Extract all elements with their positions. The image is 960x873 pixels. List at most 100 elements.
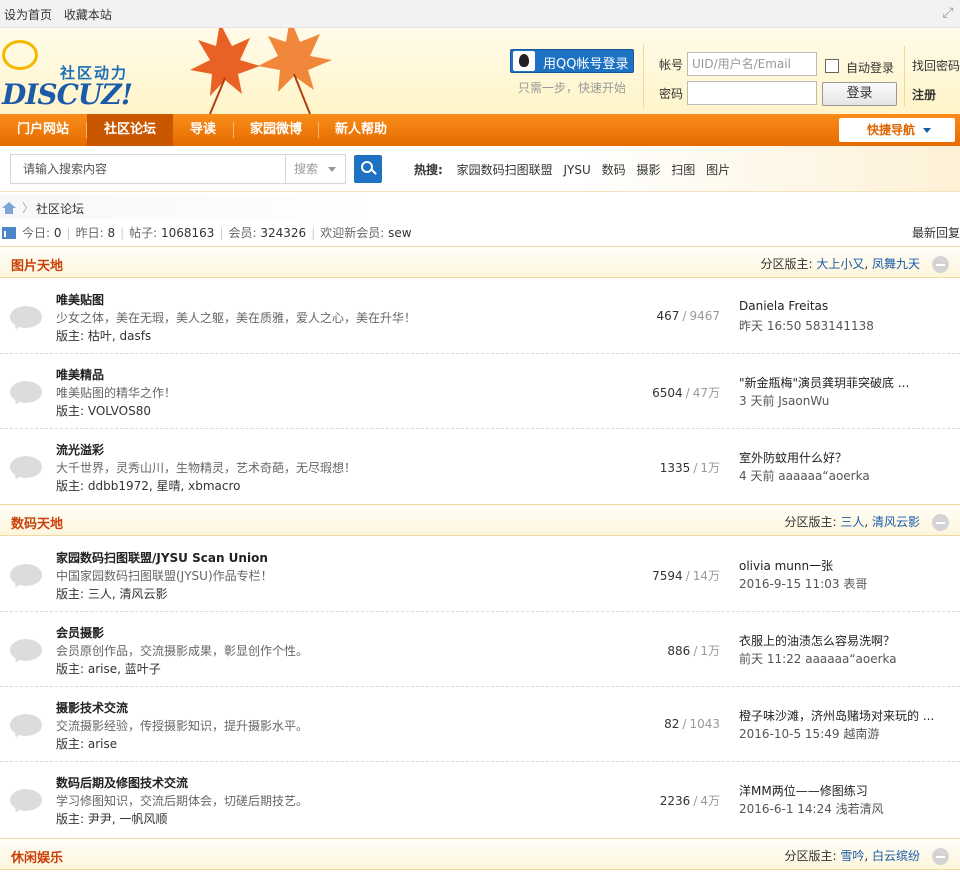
discuz-logo[interactable]: 社区动力 DISCUZ! — [2, 40, 133, 111]
breadcrumb-current[interactable]: 社区论坛 — [36, 200, 84, 217]
last-post-meta: 2016-10-5 15:49 越南游 — [739, 727, 880, 741]
last-post-title[interactable]: 室外防蚊用什么好？ — [739, 449, 949, 466]
forum-status-icon — [10, 456, 42, 478]
post-count: 4万 — [700, 794, 720, 808]
section-moderators: 分区版主: 雪吟, 白云缤纷 — [784, 849, 920, 863]
section-mod-link[interactable]: 凤舞九天 — [872, 257, 920, 271]
forum-counts: 1335/1万 — [659, 461, 720, 475]
post-count: 14万 — [692, 569, 720, 583]
qq-login-button[interactable]: 用QQ帐号登录 — [510, 49, 634, 73]
forgot-password-link[interactable]: 找回密码 — [912, 57, 960, 74]
set-home-link[interactable]: 设为首页 — [4, 8, 52, 22]
nav-weibo[interactable]: 家园微博 — [234, 114, 318, 146]
forum-section: 图片天地 分区版主: 大上小又, 凤舞九天 唯美贴图 少女之体，美在无瑕，美人之… — [0, 246, 960, 504]
qq-login-subtitle: 只需一步，快速开始 — [518, 81, 627, 95]
breadcrumb-separator: 〉 — [22, 201, 35, 215]
latest-reply-link[interactable]: 最新回复 — [912, 224, 960, 241]
search-input[interactable] — [10, 154, 286, 184]
section-moderators: 分区版主: 大上小又, 凤舞九天 — [760, 257, 920, 271]
register-link[interactable]: 注册 — [912, 86, 936, 103]
bookmark-link[interactable]: 收藏本站 — [64, 8, 112, 22]
forum-name[interactable]: 家园数码扫图联盟/JYSU Scan Union — [56, 549, 268, 566]
section-mod-link[interactable]: 大上小又 — [816, 257, 864, 271]
last-post-title[interactable]: 衣服上的油渍怎么容易洗啊？ — [739, 632, 949, 649]
thread-count: 2236 — [659, 794, 691, 808]
hot-keyword[interactable]: JYSU — [563, 163, 590, 177]
members-count: 324326 — [260, 226, 307, 240]
forum-name[interactable]: 会员摄影 — [56, 624, 104, 641]
section-mod-link[interactable]: 白云缤纷 — [872, 849, 920, 863]
nav-forum[interactable]: 社区论坛 — [87, 114, 173, 146]
home-icon[interactable] — [2, 202, 16, 214]
collapse-icon[interactable] — [932, 514, 949, 531]
hot-keyword[interactable]: 数码 — [602, 163, 626, 177]
forum-name[interactable]: 流光溢彩 — [56, 441, 104, 458]
nav-help[interactable]: 新人帮助 — [319, 114, 403, 146]
last-post-meta: 2016-9-15 11:03 表哥 — [739, 577, 868, 591]
section-mod-link[interactable]: 雪吟 — [840, 849, 864, 863]
login-button[interactable]: 登录 — [822, 82, 897, 106]
thread-count: 1335 — [659, 461, 691, 475]
post-count: 1043 — [689, 717, 720, 731]
last-post-title[interactable]: 洋MM两位——修图练习 — [739, 782, 949, 799]
thread-count: 6504 — [652, 386, 683, 400]
forum-description: 少女之体，美在无瑕，美人之躯，美在质雅，爱人之心，美在升华！ — [56, 311, 417, 325]
forum-name[interactable]: 摄影技术交流 — [56, 699, 128, 716]
hot-search: 热搜: 家园数码扫图联盟 JYSU 数码 摄影 扫图 图片 — [414, 161, 737, 178]
hot-keyword[interactable]: 扫图 — [671, 163, 695, 177]
yesterday-count: 8 — [107, 226, 116, 240]
new-member-link[interactable]: sew — [388, 226, 411, 240]
nav-portal[interactable]: 门户网站 — [0, 114, 86, 146]
yesterday-label: 昨日: — [75, 226, 104, 240]
search-type-select[interactable]: 搜索 — [286, 154, 346, 184]
section-mod-link[interactable]: 三人 — [840, 515, 864, 529]
section-mods-label: 分区版主: — [760, 257, 813, 271]
last-post-title[interactable]: Daniela Freitas — [739, 299, 949, 313]
hot-keyword[interactable]: 家园数码扫图联盟 — [457, 163, 553, 177]
forum-moderators: 版主: VOLVOS80 — [56, 404, 151, 418]
last-post-meta: 前天 11:22 aaaaaa“aoerka — [739, 652, 897, 666]
welcome-label: 欢迎新会员: — [320, 226, 385, 240]
forum-counts: 82/1043 — [664, 717, 720, 731]
section-mods-label: 分区版主: — [784, 849, 837, 863]
section-mod-link[interactable]: 清风云影 — [872, 515, 920, 529]
forum-row: 唯美精品 唯美贴图的精华之作！ 版主: VOLVOS80 6504/47万 "新… — [0, 354, 960, 429]
forum-status-icon — [10, 306, 42, 328]
password-input[interactable] — [687, 81, 817, 105]
forum-name[interactable]: 唯美精品 — [56, 366, 104, 383]
search-bar: 搜索 热搜: 家园数码扫图联盟 JYSU 数码 摄影 扫图 图片 — [0, 146, 960, 192]
stats-chart-icon — [2, 227, 18, 239]
collapse-icon[interactable] — [932, 848, 949, 865]
forum-status-icon — [10, 639, 42, 661]
section-title[interactable]: 图片天地 — [11, 255, 63, 274]
hot-keyword[interactable]: 摄影 — [636, 163, 660, 177]
quick-nav-button[interactable]: 快捷导航 — [839, 118, 955, 142]
forum-name[interactable]: 唯美贴图 — [56, 291, 104, 308]
forum-description: 中国家园数码扫图联盟(JYSU)作品专栏！ — [56, 569, 273, 583]
posts-label: 帖子: — [129, 226, 158, 240]
last-post-meta: 4 天前 aaaaaa“aoerka — [739, 469, 870, 483]
account-input[interactable] — [687, 52, 817, 76]
section-title[interactable]: 休闲娱乐 — [11, 847, 63, 866]
collapse-icon[interactable] — [932, 256, 949, 273]
expand-icon[interactable]: ⤢ — [940, 5, 956, 21]
section-title[interactable]: 数码天地 — [11, 513, 63, 532]
quick-nav-label: 快捷导航 — [867, 123, 916, 137]
last-post-title[interactable]: olivia munn一张 — [739, 557, 949, 574]
main-nav: 门户网站 社区论坛 导读 家园微博 新人帮助 快捷导航 — [0, 114, 960, 146]
section-header: 休闲娱乐 分区版主: 雪吟, 白云缤纷 — [0, 838, 960, 870]
top-links: 设为首页 收藏本站 — [4, 6, 120, 23]
members-label: 会员: — [228, 226, 257, 240]
today-label: 今日: — [22, 226, 51, 240]
forum-row: 数码后期及修图技术交流 学习修图知识，交流后期体会，切磋后期技艺。 版主: 尹尹… — [0, 762, 960, 837]
hot-keyword[interactable]: 图片 — [706, 163, 730, 177]
last-post-title[interactable]: "新金瓶梅"演员龚玥菲突破底 ... — [739, 374, 949, 391]
nav-guide[interactable]: 导读 — [173, 114, 233, 146]
auto-login-checkbox[interactable] — [825, 59, 839, 73]
forum-name[interactable]: 数码后期及修图技术交流 — [56, 774, 188, 791]
forum-row: 摄影技术交流 交流摄影经验，传授摄影知识，提升摄影水平。 版主: arise 8… — [0, 687, 960, 762]
search-button[interactable] — [354, 155, 382, 183]
thread-count: 886 — [667, 644, 691, 658]
last-post-title[interactable]: 橙子味沙滩，济州岛赌场对来玩的 ... — [739, 707, 949, 724]
section-header: 数码天地 分区版主: 三人, 清风云影 — [0, 504, 960, 536]
